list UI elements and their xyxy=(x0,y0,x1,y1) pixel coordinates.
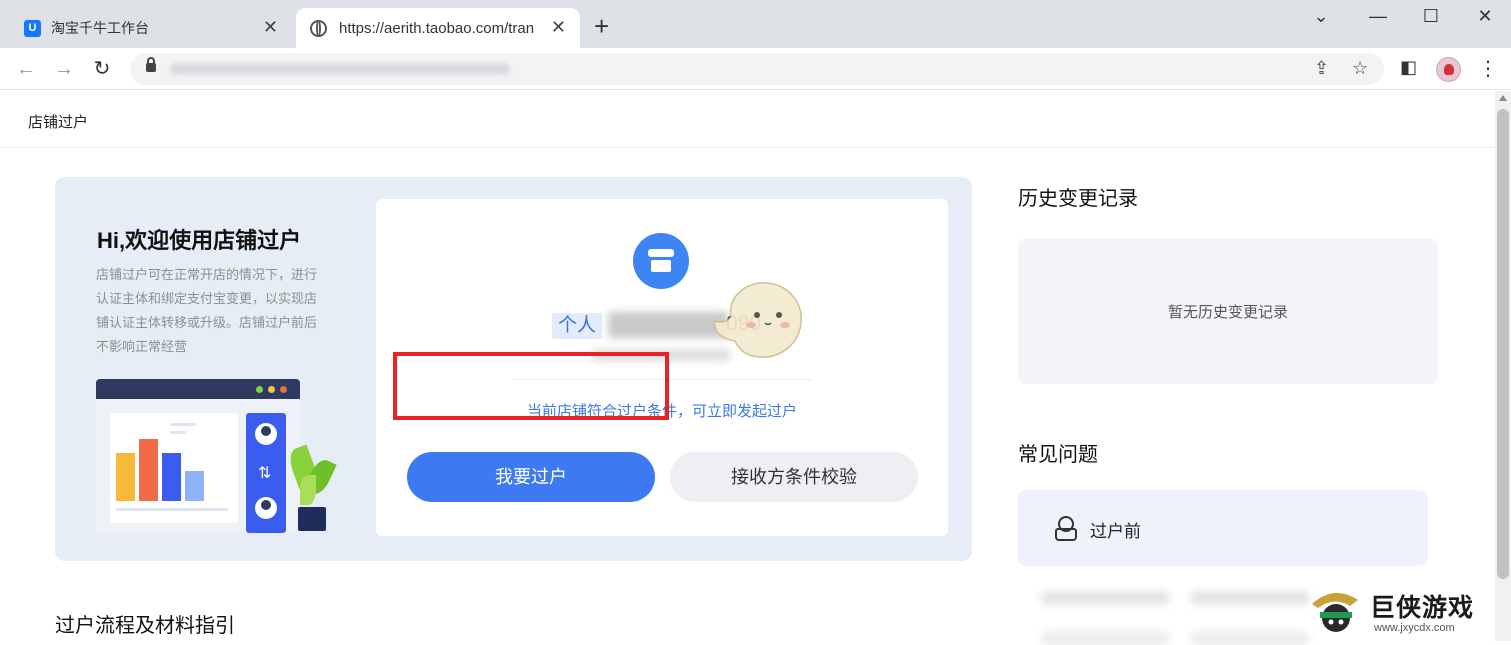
user-swap-graphic: ⇅ xyxy=(246,413,286,533)
url-text-blurred xyxy=(170,63,510,75)
lock-icon[interactable] xyxy=(146,57,156,72)
new-tab-button[interactable]: + xyxy=(594,12,609,40)
chart-graphic xyxy=(110,413,238,523)
scroll-up-icon[interactable] xyxy=(1499,95,1507,101)
side-panel-icon[interactable]: ◧ xyxy=(1400,57,1417,78)
start-transfer-button[interactable]: 我要过户 xyxy=(407,452,655,502)
watermark-name: 巨侠游戏 xyxy=(1370,594,1475,622)
tab-title: 淘宝千牛工作台 xyxy=(51,20,149,36)
transfer-illustration: ⇅ xyxy=(96,379,346,539)
tab-search-icon[interactable]: ⌄ xyxy=(1301,4,1341,28)
faq-link-blurred[interactable] xyxy=(1190,631,1310,645)
annotation-highlight-box xyxy=(393,352,669,420)
account-type-tag: 个人 xyxy=(552,313,603,339)
close-window-button[interactable]: ✕ xyxy=(1465,4,1505,28)
tab-title: https://aerith.taobao.com/tran xyxy=(339,19,535,37)
divider xyxy=(0,147,1495,148)
forward-button[interactable]: → xyxy=(51,56,77,82)
user-icon xyxy=(255,423,277,445)
tab-qianniu[interactable]: U 淘宝千牛工作台 ✕ xyxy=(12,8,292,48)
menu-icon[interactable]: ⋮ xyxy=(1478,56,1498,81)
mascot-sticker xyxy=(713,282,802,358)
qianniu-icon: U xyxy=(24,19,41,37)
scrollbar[interactable] xyxy=(1495,91,1511,641)
tab-aerith[interactable]: https://aerith.taobao.com/tran ✕ xyxy=(296,8,580,48)
user-icon xyxy=(1054,516,1077,541)
watermark-logo xyxy=(1312,592,1358,632)
reload-button[interactable]: ↻ xyxy=(89,56,115,82)
star-icon[interactable]: ☆ xyxy=(1352,58,1368,79)
watermark-url: www.jxycdx.com xyxy=(1374,622,1455,634)
process-section-title: 过户流程及材料指引 xyxy=(55,615,235,637)
faq-item-before-transfer[interactable]: 过户前 xyxy=(1018,490,1428,566)
swap-icon: ⇅ xyxy=(258,465,272,482)
maximize-button[interactable]: ☐ xyxy=(1411,4,1451,28)
plant-pot xyxy=(298,507,326,531)
globe-icon xyxy=(310,19,327,37)
faq-item-label: 过户前 xyxy=(1090,522,1141,541)
back-button[interactable]: ← xyxy=(13,56,39,82)
history-panel: 暂无历史变更记录 xyxy=(1018,238,1438,384)
address-bar[interactable]: ⇪ ☆ xyxy=(130,53,1384,85)
user-icon xyxy=(255,497,277,519)
faq-link-blurred[interactable] xyxy=(1040,591,1170,605)
profile-avatar[interactable] xyxy=(1436,57,1461,82)
faq-link-blurred[interactable] xyxy=(1190,591,1310,605)
scroll-thumb[interactable] xyxy=(1497,109,1509,579)
hero-title: Hi,欢迎使用店铺过户 xyxy=(97,228,302,253)
receiver-check-button[interactable]: 接收方条件校验 xyxy=(670,452,918,502)
history-title: 历史变更记录 xyxy=(1018,188,1138,210)
faq-link-blurred[interactable] xyxy=(1040,631,1170,645)
close-tab-icon[interactable]: ✕ xyxy=(263,16,278,38)
browser-toolbar: ← → ↻ ⇪ ☆ ◧ ⋮ xyxy=(0,48,1511,90)
hero-description: 店铺过户可在正常开店的情况下，进行认证主体和绑定支付宝变更，以实现店铺认证主体转… xyxy=(96,267,318,354)
shop-icon xyxy=(633,233,689,289)
share-icon[interactable]: ⇪ xyxy=(1314,58,1329,79)
breadcrumb: 店铺过户 xyxy=(28,114,89,131)
close-tab-icon[interactable]: ✕ xyxy=(551,16,566,38)
page-content: 店铺过户 Hi,欢迎使用店铺过户 店铺过户可在正常开店的情况下，进行认证主体和绑… xyxy=(0,91,1495,645)
site-watermark: 巨侠游戏 www.jxycdx.com xyxy=(1306,584,1491,638)
tab-bar: U 淘宝千牛工作台 ✕ https://aerith.taobao.com/tr… xyxy=(0,0,1511,48)
history-empty-text: 暂无历史变更记录 xyxy=(1167,304,1288,321)
faq-title: 常见问题 xyxy=(1018,444,1098,466)
minimize-button[interactable]: — xyxy=(1358,4,1398,28)
